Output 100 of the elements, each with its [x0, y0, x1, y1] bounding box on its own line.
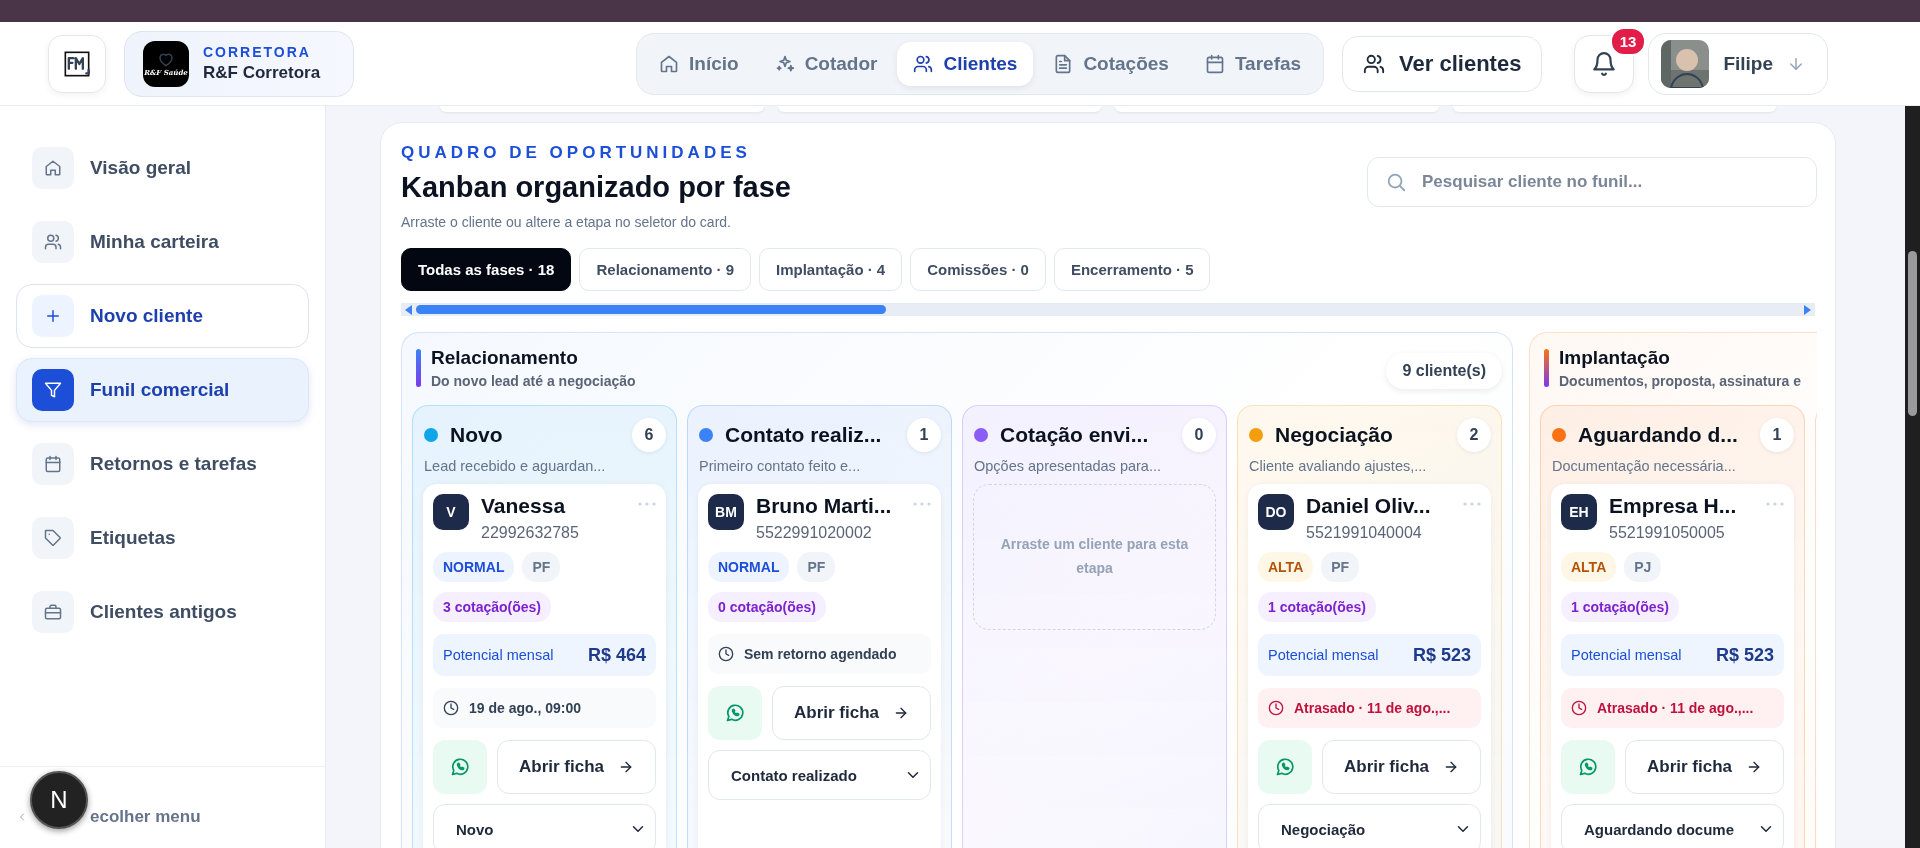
client-card[interactable]: BM Bruno Marti... 5522991020002 NORMAL PF 0 cotação(ões) Sem retorno agendado Abrir ficha Contato realizado — [698, 484, 941, 848]
document-icon — [1053, 53, 1074, 74]
client-name: Empresa H... — [1609, 494, 1738, 518]
stage-select[interactable]: Contato realizado — [708, 750, 931, 800]
column-count: 0 — [1182, 418, 1216, 452]
person-type-tag: PF — [1321, 552, 1360, 582]
client-phone: 5521991040004 — [1306, 524, 1423, 542]
column-description: Opções apresentadas para... — [974, 458, 1162, 474]
initials-avatar: DO — [1258, 494, 1294, 530]
column-title: Cotação envi... — [1000, 423, 1150, 447]
group-title: Implantação — [1559, 347, 1671, 369]
follow-up-text: Sem retorno agendado — [744, 646, 897, 662]
column-count: 6 — [632, 418, 666, 452]
client-card[interactable]: V Vanessa 22992632785 NORMAL PF 3 cotação(ões) Potencial mensal R$ 464 19 de ago., 09:00 Abrir ficha Novo — [423, 484, 666, 848]
briefcase-icon — [32, 591, 74, 633]
collapse-menu-link[interactable]: ecolher menu — [90, 807, 201, 827]
nav-tab[interactable]: Cotações — [1037, 41, 1185, 86]
board-subtitle: Arraste o cliente ou altere a etapa no seletor do card. — [401, 214, 732, 230]
user-menu-button[interactable]: Filipe — [1648, 32, 1829, 95]
client-card[interactable]: EH Empresa H... 5521991050005 ALTA PJ 1 cotação(ões) Potencial mensal R$ 523 Atrasado · 11 de ago.,... Abrir ficha Aguardando docume — [1551, 484, 1794, 848]
search-icon — [1385, 171, 1407, 193]
page-scrollbar[interactable] — [1905, 106, 1920, 848]
sidebar-item[interactable]: Minha carteira — [16, 210, 309, 274]
home-icon — [659, 53, 679, 74]
group-title: Relacionamento — [431, 347, 579, 369]
column-title: Aguardando d... — [1578, 423, 1739, 447]
column-description: Documentação necessária... — [1552, 458, 1737, 474]
phase-filter-tab[interactable]: Relacionamento · 9 — [579, 248, 751, 291]
chat-bubble-icon — [1578, 757, 1598, 777]
open-record-button[interactable]: Abrir ficha — [772, 686, 931, 740]
app-logo[interactable] — [48, 34, 106, 93]
client-phone: 5522991020002 — [756, 524, 873, 542]
open-record-button[interactable]: Abrir ficha — [1322, 740, 1481, 794]
person-type-tag: PF — [797, 552, 836, 582]
follow-up-text: 19 de ago., 09:00 — [469, 700, 582, 716]
accent-bar — [416, 349, 421, 387]
clock-icon — [1571, 700, 1587, 716]
phase-filter-tab[interactable]: Comissões · 0 — [910, 248, 1046, 291]
initials-avatar: V — [433, 494, 469, 530]
chat-bubble-icon — [1275, 757, 1295, 777]
phase-filter-tab[interactable]: Encerramento · 5 — [1053, 248, 1211, 291]
quotes-tag: 3 cotação(ões) — [433, 592, 552, 622]
notifications-button[interactable] — [1574, 34, 1635, 93]
sidebar-item[interactable]: Clientes antigos — [16, 580, 309, 644]
person-type-tag: PJ — [1624, 552, 1662, 582]
search-field[interactable]: Pesquisar cliente no funil... — [1367, 157, 1817, 207]
potential-value: R$ 464 — [587, 644, 646, 666]
nav-tab[interactable]: Tarefas — [1188, 41, 1318, 86]
person-type-tag: PF — [522, 552, 561, 582]
view-clients-button[interactable]: Ver clientes — [1342, 35, 1543, 92]
column-description: Lead recebido e aguardan... — [424, 458, 607, 474]
whatsapp-button[interactable] — [708, 686, 762, 740]
client-card[interactable]: DO Daniel Oliv... 5521991040004 ALTA PF 1 cotação(ões) Potencial mensal R$ 523 Atrasado · 11 de ago.,... Abrir ficha Negociação — [1248, 484, 1491, 848]
clock-icon — [443, 700, 459, 716]
sidebar-item[interactable]: Etiquetas — [16, 506, 309, 570]
follow-up-text: Atrasado · 11 de ago.,... — [1597, 700, 1754, 716]
potential-label: Potencial mensal — [1268, 647, 1379, 663]
sidebar-item[interactable]: Funil comercial — [16, 358, 309, 422]
whatsapp-button[interactable] — [1258, 740, 1312, 794]
accent-bar — [1544, 349, 1549, 387]
tag-icon — [32, 517, 74, 559]
priority-tag: NORMAL — [433, 552, 515, 582]
funnel-icon — [32, 369, 74, 411]
priority-tag: ALTA — [1258, 552, 1314, 582]
nav-tab[interactable]: Clientes — [897, 41, 1034, 86]
sidebar-item[interactable]: Visão geral — [16, 136, 309, 200]
initials-avatar: EH — [1561, 494, 1597, 530]
column-count: 1 — [907, 418, 941, 452]
whatsapp-button[interactable] — [1561, 740, 1615, 794]
nav-tab[interactable]: Início — [643, 41, 755, 86]
quotes-tag: 0 cotação(ões) — [708, 592, 827, 622]
clock-icon — [1268, 700, 1284, 716]
column-count: 1 — [1760, 418, 1794, 452]
calendar-icon — [32, 443, 74, 485]
board-title: Kanban organizado por fase — [401, 171, 791, 204]
drop-hint: Arraste um cliente para esta etapa — [999, 535, 1190, 578]
initials-avatar: BM — [708, 494, 744, 530]
sidebar-item[interactable]: Retornos e tarefas — [16, 432, 309, 496]
notification-count: 13 — [1609, 26, 1647, 56]
horizontal-scrollbar[interactable] — [401, 303, 1815, 316]
column-title: Negociação — [1275, 423, 1394, 447]
priority-tag: ALTA — [1561, 552, 1617, 582]
clock-icon — [718, 646, 734, 662]
open-record-button[interactable]: Abrir ficha — [497, 740, 656, 794]
open-record-button[interactable]: Abrir ficha — [1625, 740, 1784, 794]
plus-icon — [32, 295, 74, 337]
calendar-icon — [1204, 53, 1225, 74]
sidebar-item[interactable]: Novo cliente — [16, 284, 309, 348]
column-count: 2 — [1457, 418, 1491, 452]
potential-value: R$ 523 — [1715, 644, 1774, 666]
column-title: Novo — [450, 423, 504, 447]
dev-tools-badge[interactable]: N — [30, 771, 88, 829]
whatsapp-button[interactable] — [433, 740, 487, 794]
group-subtitle: Do novo lead até a negociação — [431, 373, 637, 389]
brand-name: R&F Corretora — [203, 63, 321, 83]
chat-bubble-icon — [450, 757, 470, 777]
column-title: Contato realiz... — [725, 423, 883, 447]
phase-filter-tab[interactable]: Todas as fases · 18 — [401, 248, 572, 291]
phase-filter-tab[interactable]: Implantação · 4 — [759, 248, 903, 291]
nav-tab[interactable]: Cotador — [758, 41, 894, 86]
